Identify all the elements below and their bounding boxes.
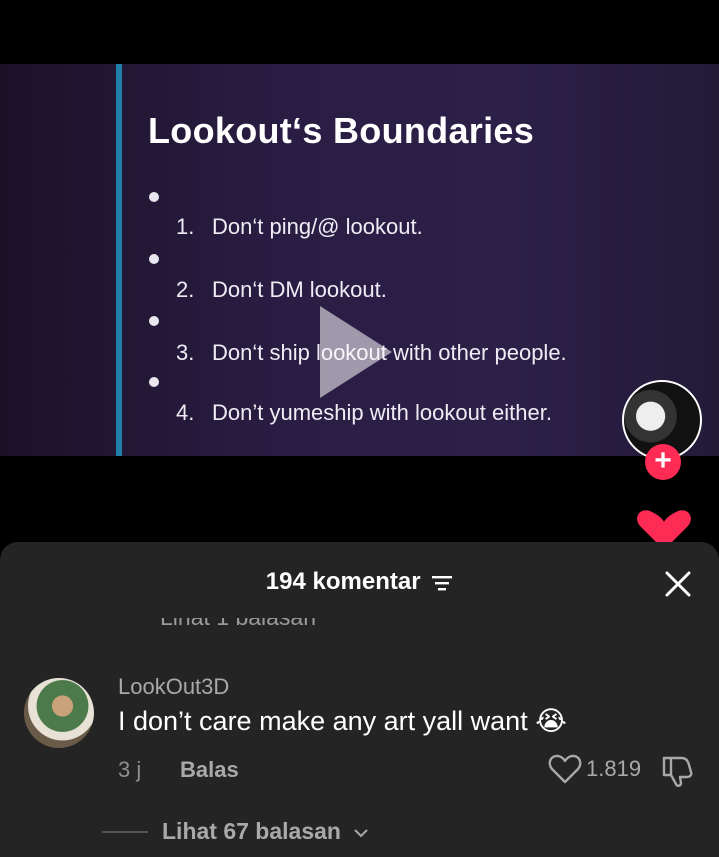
view-previous-replies[interactable]: Lihat 1 balasan: [160, 618, 316, 638]
slide-accent-bar: [116, 64, 122, 456]
follow-button[interactable]: +: [645, 444, 681, 480]
close-icon[interactable]: [662, 568, 694, 600]
play-icon[interactable]: [320, 306, 392, 398]
slide-list-item-4: 4. Don’t yumeship with lookout either.: [176, 400, 552, 425]
dislike-icon[interactable]: [660, 754, 694, 788]
comments-header: 194 komentar: [0, 568, 719, 596]
view-more-replies[interactable]: Lihat 67 balasan: [162, 818, 369, 845]
comment-username[interactable]: LookOut3D: [118, 674, 229, 700]
crying-emoji: 😭: [535, 706, 567, 737]
bullet-dot: [149, 377, 159, 387]
bullet-dot: [149, 192, 159, 202]
slide-list-item-2: 2. Don‘t DM lookout.: [176, 277, 387, 302]
reply-button[interactable]: Balas: [180, 757, 239, 783]
slide-title: Lookout‘s Boundaries: [148, 110, 535, 151]
video-player[interactable]: Lookout‘s Boundaries 1. Don‘t ping/@ look…: [0, 64, 719, 456]
slide-list-item-1: 1. Don‘t ping/@ lookout.: [176, 214, 423, 239]
comment-text: I don’t care make any art yall want 😭: [118, 706, 567, 737]
commenter-avatar[interactable]: [24, 678, 94, 748]
like-count: 1.819: [586, 756, 642, 781]
creator-avatar-group[interactable]: +: [622, 380, 702, 480]
comments-count-title: 194 komentar: [265, 568, 421, 595]
bullet-dot: [149, 316, 159, 326]
replies-divider: [102, 831, 148, 833]
like-button[interactable]: 1.819: [548, 754, 641, 784]
chevron-down-icon: [354, 829, 369, 838]
heart-outline-icon[interactable]: [548, 754, 582, 784]
comments-sheet: 194 komentar Lihat 1 balasan LookOut3D I…: [0, 542, 719, 857]
comment-timestamp: 3 j: [118, 757, 142, 782]
bullet-dot: [149, 254, 159, 264]
filter-icon[interactable]: [431, 574, 453, 592]
